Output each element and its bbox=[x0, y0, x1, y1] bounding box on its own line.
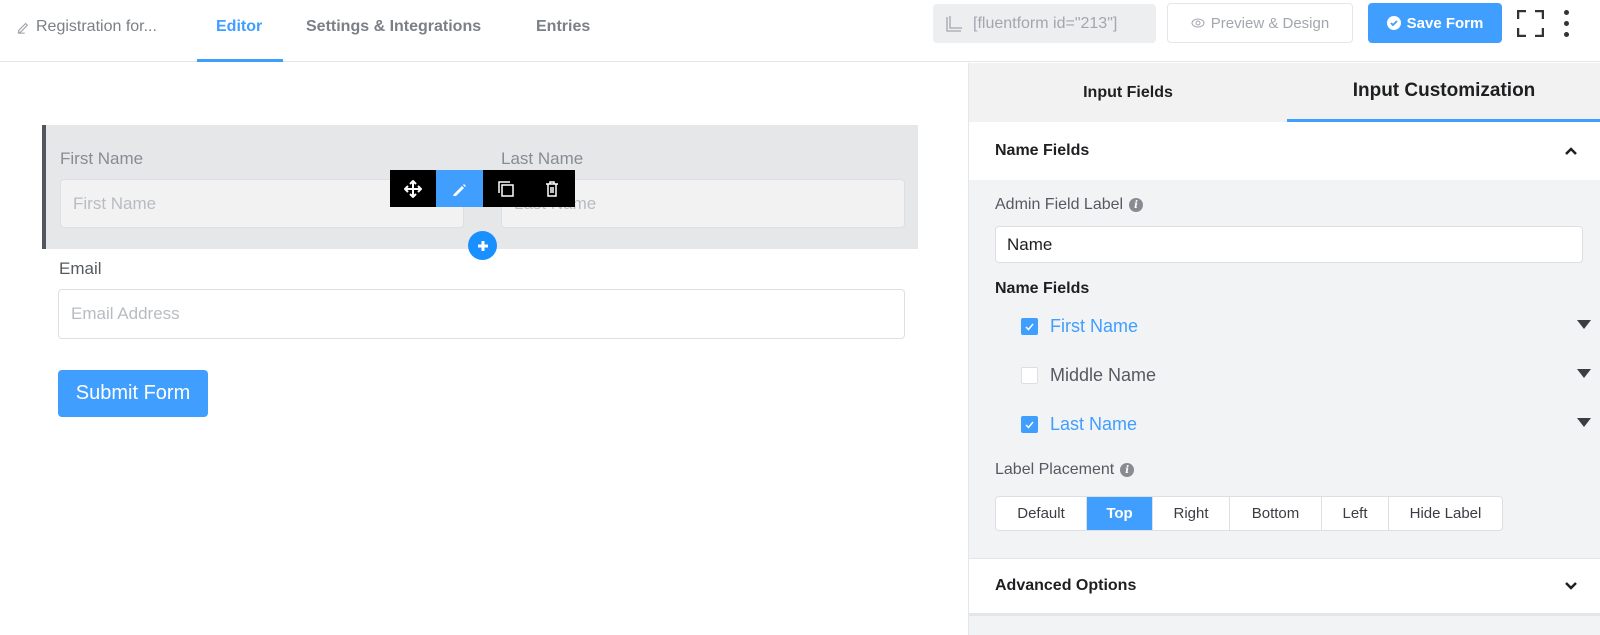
duplicate-icon bbox=[497, 180, 514, 197]
placement-left[interactable]: Left bbox=[1322, 497, 1389, 530]
field-toolbar bbox=[390, 170, 575, 207]
email-label: Email bbox=[59, 259, 102, 278]
caret-down-icon[interactable] bbox=[1577, 320, 1591, 329]
add-field-button[interactable] bbox=[468, 231, 497, 260]
delete-button[interactable] bbox=[529, 170, 575, 207]
submit-form-button[interactable]: Submit Form bbox=[58, 370, 208, 417]
pencil-icon bbox=[453, 183, 467, 196]
form-name[interactable]: Registration for... bbox=[16, 18, 157, 36]
fullscreen-icon[interactable] bbox=[1517, 10, 1544, 37]
placement-right[interactable]: Right bbox=[1153, 497, 1230, 530]
first-name-option-label: First Name bbox=[1050, 315, 1139, 336]
name-field-item[interactable]: Middle Name bbox=[1021, 363, 1591, 387]
placement-hide-label[interactable]: Hide Label bbox=[1389, 497, 1502, 530]
middle-name-option-label: Middle Name bbox=[1050, 364, 1157, 385]
chevron-up-icon bbox=[1565, 147, 1577, 155]
chevron-down-icon bbox=[1565, 582, 1577, 590]
tab-entries[interactable]: Entries bbox=[536, 18, 590, 36]
edit-button[interactable] bbox=[436, 170, 483, 207]
check-circle-icon bbox=[1386, 16, 1401, 30]
panel-tabs: Input Fields Input Customization bbox=[969, 63, 1600, 122]
label-placement-group: Default Top Right Bottom Left Hide Label bbox=[995, 496, 1503, 531]
tab-settings-integrations[interactable]: Settings & Integrations bbox=[306, 18, 481, 36]
trash-icon bbox=[545, 180, 558, 197]
admin-field-label-text: Admin Field Label bbox=[995, 196, 1124, 213]
name-field-item[interactable]: Last Name bbox=[1021, 412, 1591, 436]
last-name-label: Last Name bbox=[501, 149, 584, 168]
admin-field-label-input[interactable]: Name bbox=[995, 226, 1583, 263]
first-name-checkbox[interactable] bbox=[1021, 317, 1038, 335]
placement-bottom[interactable]: Bottom bbox=[1230, 497, 1322, 530]
move-icon bbox=[404, 179, 423, 198]
more-options-icon[interactable] bbox=[1562, 10, 1570, 37]
info-icon[interactable]: i bbox=[1129, 198, 1144, 212]
eye-icon bbox=[1191, 18, 1205, 28]
middle-name-checkbox[interactable] bbox=[1021, 366, 1038, 384]
name-field-item[interactable]: First Name bbox=[1021, 314, 1591, 338]
label-placement-text: Label Placement bbox=[995, 461, 1115, 478]
tab-input-customization[interactable]: Input Customization bbox=[1287, 63, 1600, 122]
first-name-label: First Name bbox=[60, 149, 144, 168]
section-title: Name Fields bbox=[995, 142, 1090, 159]
caret-down-icon[interactable] bbox=[1577, 418, 1591, 427]
advanced-options-header[interactable]: Advanced Options bbox=[969, 558, 1600, 616]
admin-field-label: Admin Field Label i bbox=[995, 196, 1144, 214]
name-fields-section-header[interactable]: Name Fields bbox=[969, 122, 1600, 180]
move-button[interactable] bbox=[390, 170, 436, 207]
form-canvas: First Name First Name Last Name Last Nam… bbox=[0, 63, 968, 635]
plus-icon bbox=[477, 240, 488, 251]
caret-down-icon[interactable] bbox=[1577, 369, 1591, 378]
placement-default[interactable]: Default bbox=[996, 497, 1087, 530]
pencil-icon bbox=[17, 22, 29, 34]
shortcode-text: [fluentform id="213"] bbox=[973, 14, 1118, 32]
last-name-option-label: Last Name bbox=[1050, 413, 1138, 434]
save-label: Save Form bbox=[1406, 14, 1484, 32]
form-name-label: Registration for... bbox=[36, 18, 157, 35]
label-placement-label: Label Placement i bbox=[995, 461, 1135, 479]
name-fields-subheading: Name Fields bbox=[995, 280, 1090, 297]
active-tab-indicator bbox=[197, 59, 283, 62]
info-icon[interactable]: i bbox=[1120, 463, 1135, 477]
last-name-checkbox[interactable] bbox=[1021, 415, 1038, 433]
duplicate-button[interactable] bbox=[483, 170, 529, 207]
save-form-button[interactable]: Save Form bbox=[1368, 3, 1502, 43]
shortcode-copy[interactable]: [fluentform id="213"] bbox=[933, 4, 1156, 43]
preview-label: Preview & Design bbox=[1210, 14, 1330, 32]
preview-design-button[interactable]: Preview & Design bbox=[1167, 3, 1353, 43]
tab-input-fields[interactable]: Input Fields bbox=[969, 63, 1287, 122]
placement-top[interactable]: Top bbox=[1087, 497, 1153, 530]
settings-panel: Input Fields Input Customization Name Fi… bbox=[968, 63, 1600, 635]
copy-icon bbox=[946, 15, 962, 32]
top-bar: Registration for... Editor Settings & In… bbox=[0, 0, 1600, 62]
advanced-options-title: Advanced Options bbox=[995, 577, 1137, 594]
tab-editor[interactable]: Editor bbox=[216, 18, 262, 36]
email-input[interactable]: Email Address bbox=[58, 289, 905, 339]
